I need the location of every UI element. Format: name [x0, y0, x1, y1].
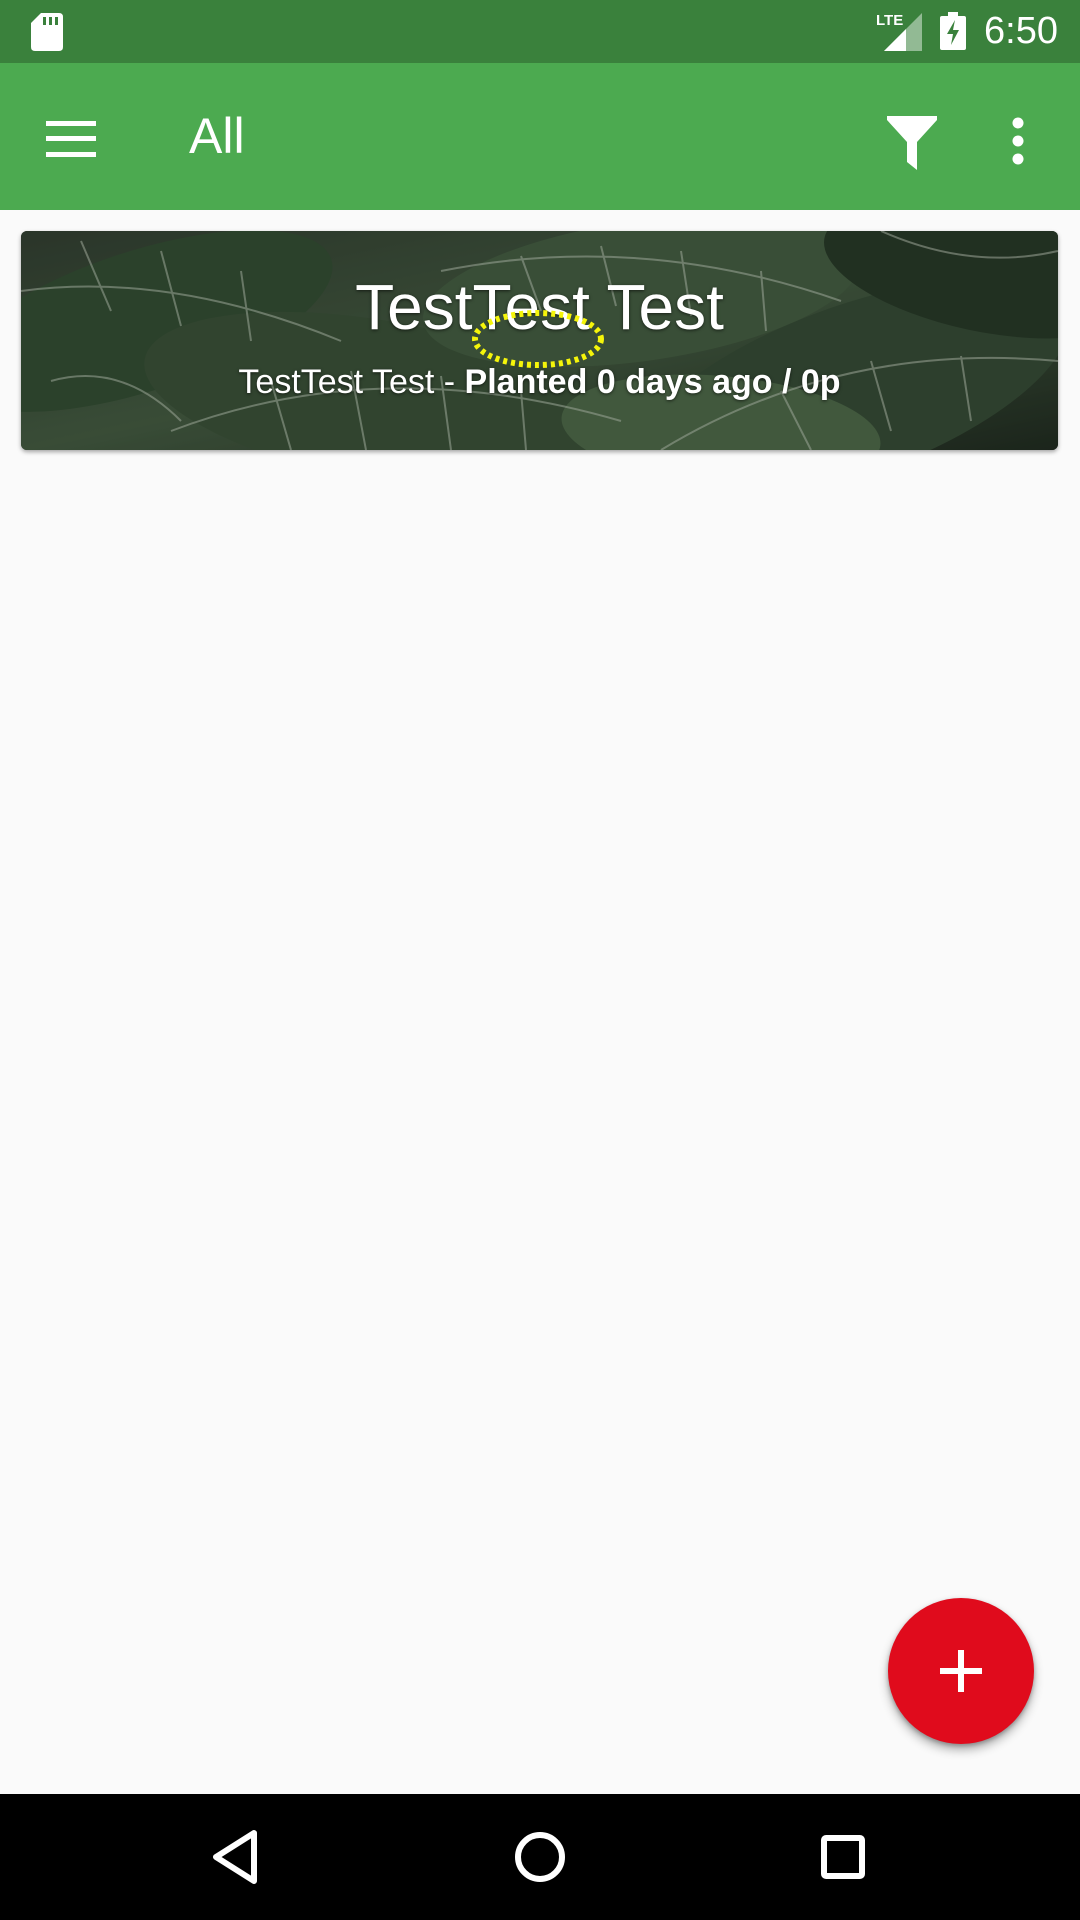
more-vert-icon: [1012, 117, 1024, 165]
filter-icon: [887, 116, 937, 170]
plant-card[interactable]: TestTest Test TestTest Test - Planted 0 …: [21, 231, 1058, 450]
recents-button[interactable]: [798, 1812, 888, 1902]
menu-button[interactable]: [32, 103, 112, 173]
subtitle-separator: -: [434, 363, 465, 401]
plant-status: Planted 0 days ago / 0p: [464, 363, 841, 401]
recents-icon: [821, 1835, 865, 1879]
plus-icon: [940, 1650, 982, 1692]
lte-label: LTE: [876, 12, 903, 29]
more-options-button[interactable]: [990, 101, 1054, 185]
back-button[interactable]: [192, 1812, 282, 1902]
add-plant-button[interactable]: [888, 1598, 1034, 1744]
page-title: All: [189, 108, 245, 164]
plant-name: TestTest Test: [355, 271, 724, 343]
plant-species: TestTest Test: [238, 363, 435, 401]
plant-subtitle: TestTest Test - Planted 0 days ago / 0p: [21, 361, 1058, 403]
menu-icon: [46, 121, 96, 157]
back-icon: [213, 1830, 257, 1884]
screen: LTE 6:50 All TestTest Test TestTest Test…: [0, 0, 1080, 1920]
status-bar: LTE 6:50: [0, 0, 1080, 63]
sd-card-icon: [31, 13, 63, 51]
filter-button[interactable]: [870, 101, 954, 185]
lte-signal-icon: LTE: [876, 12, 922, 51]
navigation-bar: [0, 1794, 1080, 1920]
app-bar: All: [0, 63, 1080, 210]
home-button[interactable]: [495, 1812, 585, 1902]
battery-charging-icon: [940, 12, 966, 50]
status-clock: 6:50: [984, 10, 1058, 52]
home-icon: [515, 1832, 565, 1882]
